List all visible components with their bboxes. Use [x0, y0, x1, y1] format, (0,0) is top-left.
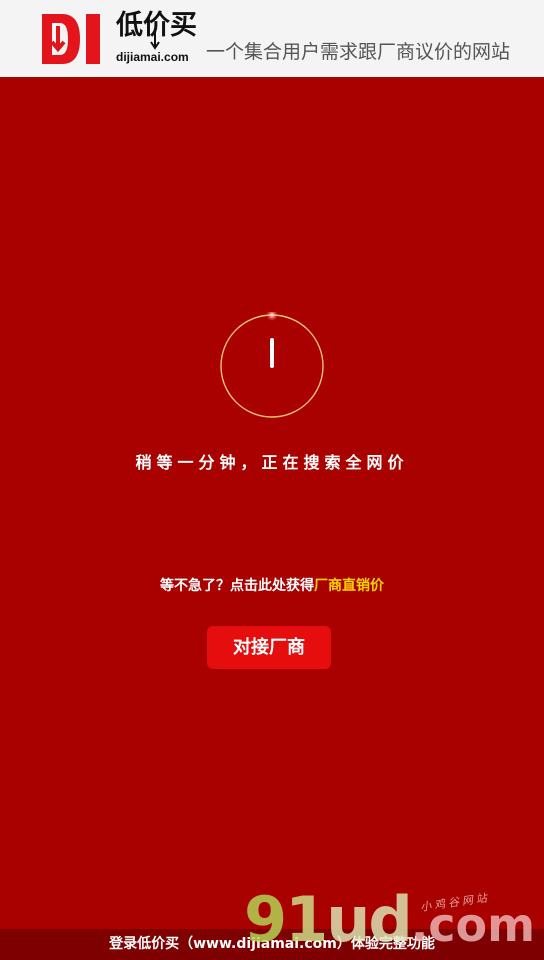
connect-manufacturer-button[interactable]: 对接厂商 [207, 626, 331, 669]
site-tagline: 一个集合用户需求跟厂商议价的网站 [206, 41, 511, 63]
footer-bar[interactable]: 登录低价买（www.dijiamai.com）体验完整功能 [0, 929, 544, 960]
watermark-subtitle: 小鸡谷网站 [419, 892, 491, 914]
manufacturer-prompt: 等不急了？点击此处获得厂商直销价 [0, 576, 544, 596]
footer-login-text[interactable]: 登录低价买（www.dijiamai.com）体验完整功能 [0, 929, 544, 960]
header-bar: 低价买 dijiamai.com 一个集合用户需求跟厂商议价的网站 [0, 0, 544, 77]
loading-message: 稍等一分钟，正在搜索全网价 [135, 453, 409, 472]
direct-price-link[interactable]: 厂商直销价 [314, 578, 384, 594]
logo-domain: dijiamai.com [116, 50, 189, 64]
down-arrow-icon [150, 30, 160, 50]
loading-page: 低价买 dijiamai.com 一个集合用户需求跟厂商议价的网站 稍等一分钟，… [0, 0, 544, 960]
prompt-text: 等不急了？点击此处获得 [160, 578, 314, 594]
loading-spinner-icon [220, 312, 324, 418]
dijiamai-logo-icon[interactable] [40, 12, 104, 66]
